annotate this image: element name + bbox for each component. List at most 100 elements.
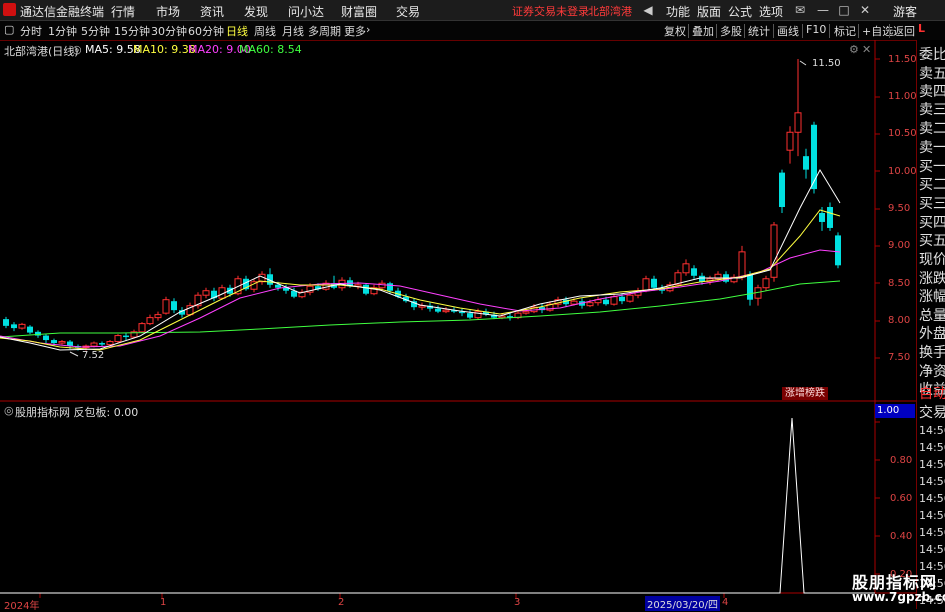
- close-icon[interactable]: ✕: [857, 2, 873, 18]
- envelope-icon[interactable]: ✉: [792, 2, 808, 18]
- candle-body: [522, 311, 530, 314]
- menu-trade[interactable]: 交易: [396, 3, 420, 20]
- candle-body: [3, 319, 9, 326]
- tool-back[interactable]: 返回: [893, 23, 915, 39]
- chart-area[interactable]: [0, 40, 916, 609]
- trade-time: 14:56: [919, 458, 945, 471]
- minimize-icon[interactable]: —: [815, 2, 831, 18]
- candle-body: [43, 335, 49, 341]
- period-monthly[interactable]: 月线: [282, 23, 304, 39]
- candle-body: [610, 296, 618, 305]
- settings-gear-icon[interactable]: ⚙: [849, 43, 859, 56]
- indicator-spike-line: [0, 417, 875, 594]
- trade-time: 14:56: [919, 509, 945, 522]
- period-multi[interactable]: 多周期: [308, 23, 341, 39]
- menu-options[interactable]: 选项: [759, 3, 783, 20]
- period-daily[interactable]: 日线: [226, 23, 248, 39]
- period-more[interactable]: 更多: [344, 23, 366, 39]
- quote-field-label: 涨幅: [919, 289, 945, 305]
- candle-body: [106, 341, 114, 346]
- candle-body: [642, 278, 650, 292]
- quote-field-label: 买二: [919, 177, 945, 193]
- period-30min[interactable]: 30分钟: [151, 23, 187, 39]
- candle-body: [154, 314, 162, 319]
- period-1min[interactable]: 1分钟: [48, 23, 77, 39]
- indicator-y-tick: 0.60: [890, 493, 913, 504]
- ma60-value: MA60: 8.54: [239, 43, 302, 56]
- candle-body: [803, 156, 809, 170]
- trade-time: 14:56: [919, 492, 945, 505]
- menu-quotes[interactable]: 行情: [111, 3, 135, 20]
- stock-label: 北部湾港(日线): [4, 45, 79, 58]
- candle-body: [27, 326, 33, 333]
- menu-discover[interactable]: 发现: [244, 3, 268, 20]
- period-timeline[interactable]: 分时: [20, 23, 42, 39]
- level-icon[interactable]: L: [918, 22, 925, 35]
- candle-body: [738, 251, 746, 278]
- settings-icon[interactable]: ◎: [72, 43, 82, 56]
- candle-body: [51, 340, 57, 344]
- menu-layout[interactable]: 版面: [697, 3, 721, 20]
- candle-body: [18, 323, 26, 329]
- y-tick: 9.00: [888, 240, 911, 251]
- trade-time: 14:56: [919, 441, 945, 454]
- login-status[interactable]: 证券交易未登录: [512, 3, 589, 19]
- period-15min[interactable]: 15分钟: [114, 23, 150, 39]
- tool-restore-rights[interactable]: 复权: [664, 23, 686, 39]
- period-5min[interactable]: 5分钟: [81, 23, 110, 39]
- ma60-line: [0, 280, 841, 338]
- tool-mark[interactable]: 标记: [834, 23, 856, 39]
- quote-field-label[interactable]: 自动: [919, 383, 945, 403]
- candle-body: [442, 309, 450, 313]
- menu-market[interactable]: 市场: [156, 3, 180, 20]
- quote-field-label: 卖二: [919, 121, 945, 137]
- tool-statistics[interactable]: 统计: [748, 23, 770, 39]
- quote-field-label: 买五: [919, 233, 945, 249]
- x-axis-label: 2024年: [4, 601, 40, 612]
- quote-field-label[interactable]: 交易: [919, 402, 945, 422]
- maximize-icon[interactable]: □: [836, 2, 852, 18]
- toolbar-grid-icon[interactable]: ▢: [4, 23, 14, 36]
- close-small-icon[interactable]: ✕: [862, 43, 871, 56]
- menu-formula[interactable]: 公式: [728, 3, 752, 20]
- y-tick: 8.00: [888, 315, 911, 326]
- y-tick: 8.50: [888, 278, 911, 289]
- watermark-url: www.7gpzb.com: [852, 590, 945, 604]
- ma10-line: [0, 209, 841, 351]
- menu-function[interactable]: 功能: [666, 3, 690, 20]
- x-axis-label: 4: [722, 597, 729, 608]
- high-marker: [799, 60, 807, 66]
- y-tick: 10.00: [888, 166, 917, 177]
- quote-field-label: 卖一: [919, 140, 945, 156]
- back-icon[interactable]: ◀: [640, 2, 656, 18]
- chevron-right-icon[interactable]: ›: [366, 23, 370, 36]
- tool-f10[interactable]: F10: [806, 23, 826, 36]
- trade-time: 14:56: [919, 424, 945, 437]
- low-price-label: 7.52: [82, 350, 105, 361]
- toolbar-divider: [744, 24, 745, 38]
- quote-field-label: 买一: [919, 159, 945, 175]
- tool-overlay[interactable]: 叠加: [692, 23, 714, 39]
- menu-news[interactable]: 资讯: [200, 3, 224, 20]
- low-marker: [69, 351, 79, 357]
- tool-draw-line[interactable]: 画线: [777, 23, 799, 39]
- candle-body: [762, 278, 770, 289]
- menu-ask[interactable]: 问小达: [288, 3, 324, 20]
- guest-label[interactable]: 游客: [893, 3, 917, 20]
- toolbar-divider: [716, 24, 717, 38]
- menu-wealth[interactable]: 财富圈: [341, 3, 377, 20]
- toolbar-divider: [889, 24, 890, 38]
- candle-body: [275, 284, 281, 288]
- period-60min[interactable]: 60分钟: [188, 23, 224, 39]
- tool-multi-stock[interactable]: 多股: [720, 23, 742, 39]
- candle-body: [123, 335, 129, 338]
- indicator-settings-icon[interactable]: ◎: [4, 404, 14, 417]
- candle-body: [747, 274, 753, 300]
- candle-body: [378, 282, 386, 289]
- quote-field-label: 买四: [919, 215, 945, 231]
- period-weekly[interactable]: 周线: [254, 23, 276, 39]
- candle-body: [162, 299, 170, 314]
- candlesticks: [3, 59, 841, 351]
- candle-body: [138, 323, 146, 333]
- candle-body: [435, 308, 441, 312]
